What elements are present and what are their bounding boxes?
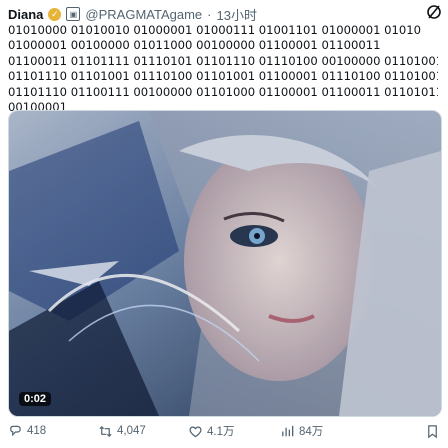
- views-count: 84万: [299, 426, 324, 438]
- affiliate-badge-icon[interactable]: ▣: [66, 7, 81, 21]
- action-bar: 418 4,047 4.1万 84万: [8, 420, 440, 442]
- post-text: 01010000 01010010 01000001 01000111 0100…: [8, 23, 438, 115]
- like-button[interactable]: 4.1万: [188, 423, 280, 439]
- post-text-line: 01101110 01101001 01110100 01101001 0110…: [8, 69, 438, 84]
- author-name[interactable]: Diana: [8, 7, 43, 22]
- views-button[interactable]: 84万: [280, 423, 390, 439]
- author-handle[interactable]: @PRAGMATAgame: [85, 7, 202, 22]
- repost-count: 4,047: [117, 425, 146, 437]
- post-text-line: 01000001 00100000 01011000 00100000 0110…: [8, 38, 381, 53]
- reply-icon: [10, 425, 21, 436]
- repost-button[interactable]: 4,047: [98, 424, 188, 439]
- reply-count: 418: [27, 425, 47, 437]
- video-player[interactable]: 0:02: [8, 110, 442, 417]
- post-header: Diana ✓ ▣ @PRAGMATAgame · 13小时: [8, 4, 440, 24]
- like-icon: [189, 426, 202, 437]
- post-time[interactable]: 13小时: [217, 5, 257, 24]
- repost-icon: [99, 425, 112, 437]
- video-timecode: 0:02: [19, 392, 52, 406]
- reply-button[interactable]: 418: [8, 424, 98, 439]
- bookmark-button[interactable]: [425, 424, 440, 439]
- post-text-line: 01010000 01010010 01000001 01000111 0100…: [8, 23, 422, 37]
- bookmark-icon: [428, 424, 437, 438]
- verified-badge-icon[interactable]: ✓: [48, 7, 62, 21]
- post-text-line: 01101110 01100111 00100000 01101000 0110…: [8, 84, 438, 99]
- separator: ·: [207, 6, 212, 22]
- views-icon: [282, 425, 294, 436]
- like-count: 4.1万: [207, 426, 235, 438]
- grok-icon[interactable]: [426, 4, 442, 20]
- post-text-line: 01100011 01101111 01110101 01101110 0111…: [8, 53, 438, 68]
- video-frame: [9, 111, 441, 416]
